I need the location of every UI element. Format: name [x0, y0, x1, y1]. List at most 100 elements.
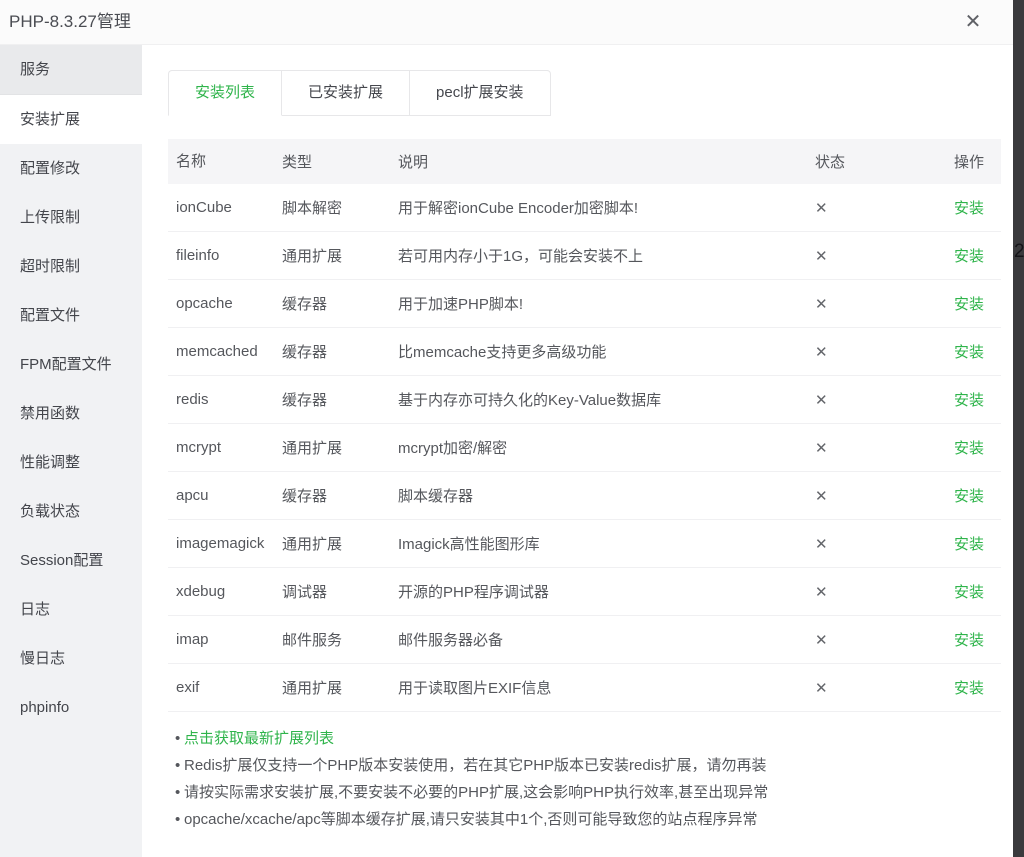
- ext-status-cell: ✕: [815, 679, 921, 697]
- bullet-icon: •: [168, 806, 184, 833]
- bullet-icon: •: [168, 725, 184, 752]
- ext-name-cell: xdebug: [168, 581, 268, 603]
- sidebar-item-5[interactable]: 配置文件: [0, 291, 142, 340]
- sidebar-item-13[interactable]: phpinfo: [0, 683, 142, 732]
- sidebar-item-11[interactable]: 日志: [0, 585, 142, 634]
- install-link[interactable]: 安装: [954, 392, 984, 409]
- not-installed-icon: ✕: [815, 296, 828, 313]
- ext-desc-cell: 邮件服务器必备: [384, 629, 815, 650]
- dialog-title: PHP-8.3.27管理: [9, 0, 131, 44]
- ext-status-cell: ✕: [815, 583, 921, 601]
- install-link[interactable]: 安装: [954, 344, 984, 361]
- install-link[interactable]: 安装: [954, 248, 984, 265]
- install-link[interactable]: 安装: [954, 584, 984, 601]
- not-installed-icon: ✕: [815, 248, 828, 265]
- ext-type-cell: 缓存器: [268, 341, 384, 362]
- install-link[interactable]: 安装: [954, 536, 984, 553]
- ext-name-cell: exif: [168, 677, 268, 699]
- ext-action-cell: 安装: [921, 389, 1001, 410]
- ext-action-cell: 安装: [921, 629, 1001, 650]
- ext-desc-cell: 开源的PHP程序调试器: [384, 581, 815, 602]
- sidebar-item-1[interactable]: 安装扩展: [0, 95, 142, 144]
- sidebar-item-4[interactable]: 超时限制: [0, 242, 142, 291]
- edge-partial-text: 2: [1014, 241, 1024, 263]
- sidebar-item-12[interactable]: 慢日志: [0, 634, 142, 683]
- ext-desc-cell: Imagick高性能图形库: [384, 533, 815, 554]
- sidebar-item-9[interactable]: 负载状态: [0, 487, 142, 536]
- column-header: 类型: [268, 151, 384, 172]
- table-row: redis 缓存器 基于内存亦可持久化的Key-Value数据库 ✕ 安装: [168, 376, 1001, 424]
- ext-action-cell: 安装: [921, 293, 1001, 314]
- table-body: ionCube 脚本解密 用于解密ionCube Encoder加密脚本! ✕ …: [168, 184, 1001, 712]
- close-button[interactable]: ✕: [959, 8, 987, 36]
- note-text: opcache/xcache/apc等脚本缓存扩展,请只安装其中1个,否则可能导…: [184, 806, 757, 833]
- dialog-titlebar: PHP-8.3.27管理 ✕: [0, 0, 1013, 45]
- ext-action-cell: 安装: [921, 197, 1001, 218]
- notes-list: • 点击获取最新扩展列表 • Redis扩展仅支持一个PHP版本安装使用，若在其…: [168, 725, 1001, 833]
- not-installed-icon: ✕: [815, 632, 828, 649]
- sidebar-item-8[interactable]: 性能调整: [0, 438, 142, 487]
- install-link[interactable]: 安装: [954, 488, 984, 505]
- ext-desc-cell: 若可用内存小于1G，可能会安装不上: [384, 245, 815, 266]
- sidebar-item-3[interactable]: 上传限制: [0, 193, 142, 242]
- table-row: ionCube 脚本解密 用于解密ionCube Encoder加密脚本! ✕ …: [168, 184, 1001, 232]
- ext-name-cell: imagemagick: [168, 533, 268, 555]
- not-installed-icon: ✕: [815, 200, 828, 217]
- ext-status-cell: ✕: [815, 631, 921, 649]
- ext-type-cell: 通用扩展: [268, 437, 384, 458]
- ext-desc-cell: 用于解密ionCube Encoder加密脚本!: [384, 197, 815, 218]
- not-installed-icon: ✕: [815, 440, 828, 457]
- install-link[interactable]: 安装: [954, 200, 984, 217]
- sidebar-item-6[interactable]: FPM配置文件: [0, 340, 142, 389]
- ext-type-cell: 缓存器: [268, 293, 384, 314]
- ext-name-cell: redis: [168, 389, 268, 411]
- column-header: 名称: [168, 151, 268, 173]
- sidebar-item-2[interactable]: 配置修改: [0, 144, 142, 193]
- ext-desc-cell: 比memcache支持更多高级功能: [384, 341, 815, 362]
- ext-action-cell: 安装: [921, 437, 1001, 458]
- ext-type-cell: 缓存器: [268, 389, 384, 410]
- sidebar-item-7[interactable]: 禁用函数: [0, 389, 142, 438]
- extensions-table: 名称类型说明状态操作 ionCube 脚本解密 用于解密ionCube Enco…: [168, 139, 1001, 712]
- install-link[interactable]: 安装: [954, 296, 984, 313]
- ext-action-cell: 安装: [921, 677, 1001, 698]
- table-row: imap 邮件服务 邮件服务器必备 ✕ 安装: [168, 616, 1001, 664]
- ext-type-cell: 通用扩展: [268, 245, 384, 266]
- not-installed-icon: ✕: [815, 584, 828, 601]
- ext-name-cell: opcache: [168, 293, 268, 315]
- sidebar-item-10[interactable]: Session配置: [0, 536, 142, 585]
- tab-pecl-install[interactable]: pecl扩展安装: [410, 70, 551, 116]
- bullet-icon: •: [168, 752, 184, 779]
- ext-status-cell: ✕: [815, 199, 921, 217]
- tab-install-list[interactable]: 安装列表: [168, 70, 282, 116]
- refresh-ext-list-link: • 点击获取最新扩展列表: [168, 725, 1001, 752]
- ext-action-cell: 安装: [921, 341, 1001, 362]
- ext-action-cell: 安装: [921, 533, 1001, 554]
- ext-desc-cell: mcrypt加密/解密: [384, 437, 815, 458]
- table-row: imagemagick 通用扩展 Imagick高性能图形库 ✕ 安装: [168, 520, 1001, 568]
- ext-name-cell: apcu: [168, 485, 268, 507]
- ext-action-cell: 安装: [921, 485, 1001, 506]
- install-link[interactable]: 安装: [954, 680, 984, 697]
- note-text[interactable]: 点击获取最新扩展列表: [184, 725, 334, 752]
- ext-type-cell: 脚本解密: [268, 197, 384, 218]
- not-installed-icon: ✕: [815, 488, 828, 505]
- table-header: 名称类型说明状态操作: [168, 139, 1001, 184]
- ext-type-cell: 通用扩展: [268, 677, 384, 698]
- ext-action-cell: 安装: [921, 581, 1001, 602]
- note-item: • 请按实际需求安装扩展,不要安装不必要的PHP扩展,这会影响PHP执行效率,甚…: [168, 779, 1001, 806]
- install-link[interactable]: 安装: [954, 632, 984, 649]
- tab-installed-extensions[interactable]: 已安装扩展: [282, 70, 410, 116]
- ext-name-cell: fileinfo: [168, 245, 268, 267]
- sidebar-item-0[interactable]: 服务: [0, 45, 142, 95]
- tab-bar: 安装列表已安装扩展pecl扩展安装: [168, 70, 551, 116]
- ext-name-cell: memcached: [168, 341, 268, 363]
- note-item: • Redis扩展仅支持一个PHP版本安装使用，若在其它PHP版本已安装redi…: [168, 752, 1001, 779]
- table-row: xdebug 调试器 开源的PHP程序调试器 ✕ 安装: [168, 568, 1001, 616]
- background-edge-strip: 2: [1013, 0, 1024, 857]
- ext-desc-cell: 基于内存亦可持久化的Key-Value数据库: [384, 389, 815, 410]
- column-header: 状态: [815, 151, 921, 172]
- sidebar: 服务安装扩展配置修改上传限制超时限制配置文件FPM配置文件禁用函数性能调整负载状…: [0, 45, 142, 857]
- install-link[interactable]: 安装: [954, 440, 984, 457]
- ext-desc-cell: 用于读取图片EXIF信息: [384, 677, 815, 698]
